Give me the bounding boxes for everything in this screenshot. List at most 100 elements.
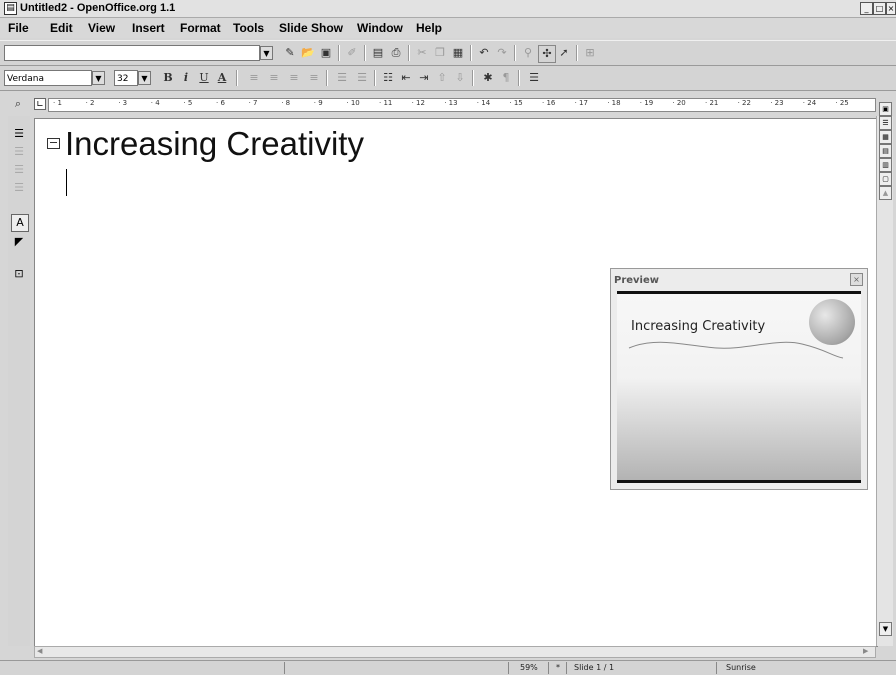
text-color-icon[interactable]: A: [11, 214, 29, 232]
navigator-icon[interactable]: ✣: [538, 45, 556, 63]
paste-icon[interactable]: ▦: [450, 45, 466, 61]
view-drawing-icon[interactable]: ▣: [879, 102, 892, 116]
document-icon: ▤: [4, 2, 17, 15]
print-icon[interactable]: ⎙: [388, 45, 404, 61]
menu-help[interactable]: Help: [416, 21, 442, 35]
justify-icon[interactable]: ≡: [306, 70, 322, 86]
data-sources-icon[interactable]: ⊞: [582, 45, 598, 61]
ruler-tick: · 4: [150, 99, 160, 107]
window-title: Untitled2 - OpenOffice.org 1.1: [20, 2, 176, 14]
ruler-tick: · 6: [216, 99, 225, 107]
menu-bar: File Edit View Insert Format Tools Slide…: [0, 18, 896, 38]
font-name-select[interactable]: Verdana: [4, 70, 92, 86]
vertical-scrollbar[interactable]: ▣ ☰ ▦ ▤ ▥ ▢ ▲ ▼: [876, 102, 893, 646]
menu-insert[interactable]: Insert: [132, 21, 165, 35]
ruler-tick: · 2: [85, 99, 95, 107]
paragraph-spacing-icon[interactable]: ☰: [354, 70, 370, 86]
bold-button[interactable]: B: [160, 70, 176, 86]
url-input[interactable]: [4, 45, 260, 61]
text-animation-icon[interactable]: ✱: [480, 70, 496, 86]
function-toolbar: ▼ ✎ 📂 ▣ ✐ ▤ ⎙ ✂ ❐ ▦ ↶ ↷ ⚲ ✣ ➚ ⊞: [0, 40, 896, 66]
menu-window[interactable]: Window: [357, 21, 403, 35]
underline-button[interactable]: U: [196, 70, 212, 86]
font-size-select[interactable]: 32: [114, 70, 138, 86]
first-level-icon[interactable]: ☰: [11, 144, 27, 160]
minimize-icon[interactable]: _: [860, 2, 873, 15]
layout-name: Sunrise: [726, 663, 756, 672]
ruler-tick: · 21: [705, 99, 719, 107]
black-white-icon[interactable]: ◤: [11, 234, 27, 250]
paragraph-icon[interactable]: ¶: [498, 70, 514, 86]
menu-format[interactable]: Format: [180, 21, 221, 35]
menu-view[interactable]: View: [88, 21, 115, 35]
align-center-icon[interactable]: ≡: [266, 70, 282, 86]
move-up-icon[interactable]: ⇧: [434, 70, 450, 86]
zoom-level[interactable]: 59%: [520, 662, 538, 674]
cut-icon[interactable]: ✂: [414, 45, 430, 61]
menu-slide-show[interactable]: Slide Show: [279, 21, 343, 35]
font-size-dropdown-icon[interactable]: ▼: [138, 71, 151, 85]
close-icon[interactable]: ×: [886, 2, 896, 15]
outline-workspace[interactable]: Increasing Creativity Preview × Increasi…: [34, 118, 878, 647]
maximize-icon[interactable]: □: [873, 2, 886, 15]
close-icon[interactable]: ×: [850, 273, 863, 286]
view-sorter-icon[interactable]: ▢: [879, 172, 892, 186]
redo-icon[interactable]: ↷: [494, 45, 510, 61]
preview-title: Preview: [614, 275, 660, 286]
export-pdf-icon[interactable]: ▤: [370, 45, 386, 61]
view-slides-icon[interactable]: ▦: [879, 130, 892, 144]
outline-level-icon[interactable]: ☰: [11, 126, 27, 142]
italic-button[interactable]: i: [178, 70, 194, 86]
scroll-up-icon[interactable]: ▲: [879, 186, 892, 200]
open-icon[interactable]: 📂: [300, 45, 316, 61]
preview-slide-title: Increasing Creativity: [631, 319, 766, 334]
view-notes-icon[interactable]: ▤: [879, 144, 892, 158]
tab-stop-icon[interactable]: ∟: [34, 98, 46, 110]
scroll-left-icon[interactable]: ◀: [37, 647, 42, 655]
ruler-tick: · 16: [542, 99, 556, 107]
demote-icon[interactable]: ⇥: [416, 70, 432, 86]
promote-icon[interactable]: ⇤: [398, 70, 414, 86]
font-name-dropdown-icon[interactable]: ▼: [92, 71, 105, 85]
bullets-icon[interactable]: ☷: [380, 70, 396, 86]
edit-doc-icon[interactable]: ✐: [344, 45, 360, 61]
scroll-right-icon[interactable]: ▶: [863, 647, 868, 655]
formatting-icon[interactable]: ☰: [11, 180, 27, 196]
menu-file[interactable]: File: [8, 21, 29, 35]
list-icon[interactable]: ☰: [526, 70, 542, 86]
view-handout-icon[interactable]: ▥: [879, 158, 892, 172]
ruler-tick: · 25: [835, 99, 849, 107]
slide-title[interactable]: Increasing Creativity: [65, 125, 364, 163]
move-down-icon[interactable]: ⇩: [452, 70, 468, 86]
zoom-icon[interactable]: ⌕: [10, 96, 26, 112]
copy-icon[interactable]: ❐: [432, 45, 448, 61]
line-spacing-icon[interactable]: ☰: [334, 70, 350, 86]
save-icon[interactable]: ▣: [318, 45, 334, 61]
undo-icon[interactable]: ↶: [476, 45, 492, 61]
ruler-tick: · 5: [183, 99, 193, 107]
url-dropdown-icon[interactable]: ▼: [260, 46, 273, 60]
slide-show-icon[interactable]: ⊡: [11, 266, 27, 282]
ruler-tick: · 24: [802, 99, 817, 107]
ruler-tick: · 19: [639, 99, 654, 107]
status-bar: 59% * Slide 1 / 1 Sunrise: [0, 660, 896, 675]
menu-tools[interactable]: Tools: [233, 21, 264, 35]
ruler-tick: · 20: [672, 99, 686, 107]
font-color-button[interactable]: A: [214, 70, 230, 86]
menu-edit[interactable]: Edit: [50, 21, 73, 35]
ruler-tick: · 8: [281, 99, 291, 107]
object-toolbar: Verdana ▼ 32 ▼ B i U A ≡ ≡ ≡ ≡ ☰ ☰ ☷ ⇤ ⇥…: [0, 66, 896, 91]
all-levels-icon[interactable]: ☰: [11, 162, 27, 178]
modified-indicator: *: [556, 663, 560, 672]
edit-file-icon[interactable]: ✎: [282, 45, 298, 61]
gallery-icon[interactable]: ➚: [556, 45, 572, 61]
view-outline-icon[interactable]: ☰: [879, 116, 892, 130]
scroll-down-icon[interactable]: ▼: [879, 622, 892, 636]
align-left-icon[interactable]: ≡: [246, 70, 262, 86]
ruler-tick: · 22: [737, 99, 751, 107]
horizontal-scrollbar[interactable]: ◀ ▶: [34, 646, 876, 658]
hyperlink-icon[interactable]: ⚲: [520, 45, 536, 61]
align-right-icon[interactable]: ≡: [286, 70, 302, 86]
preview-window[interactable]: Preview × Increasing Creativity: [610, 268, 868, 490]
ruler-tick: · 15: [509, 99, 523, 107]
